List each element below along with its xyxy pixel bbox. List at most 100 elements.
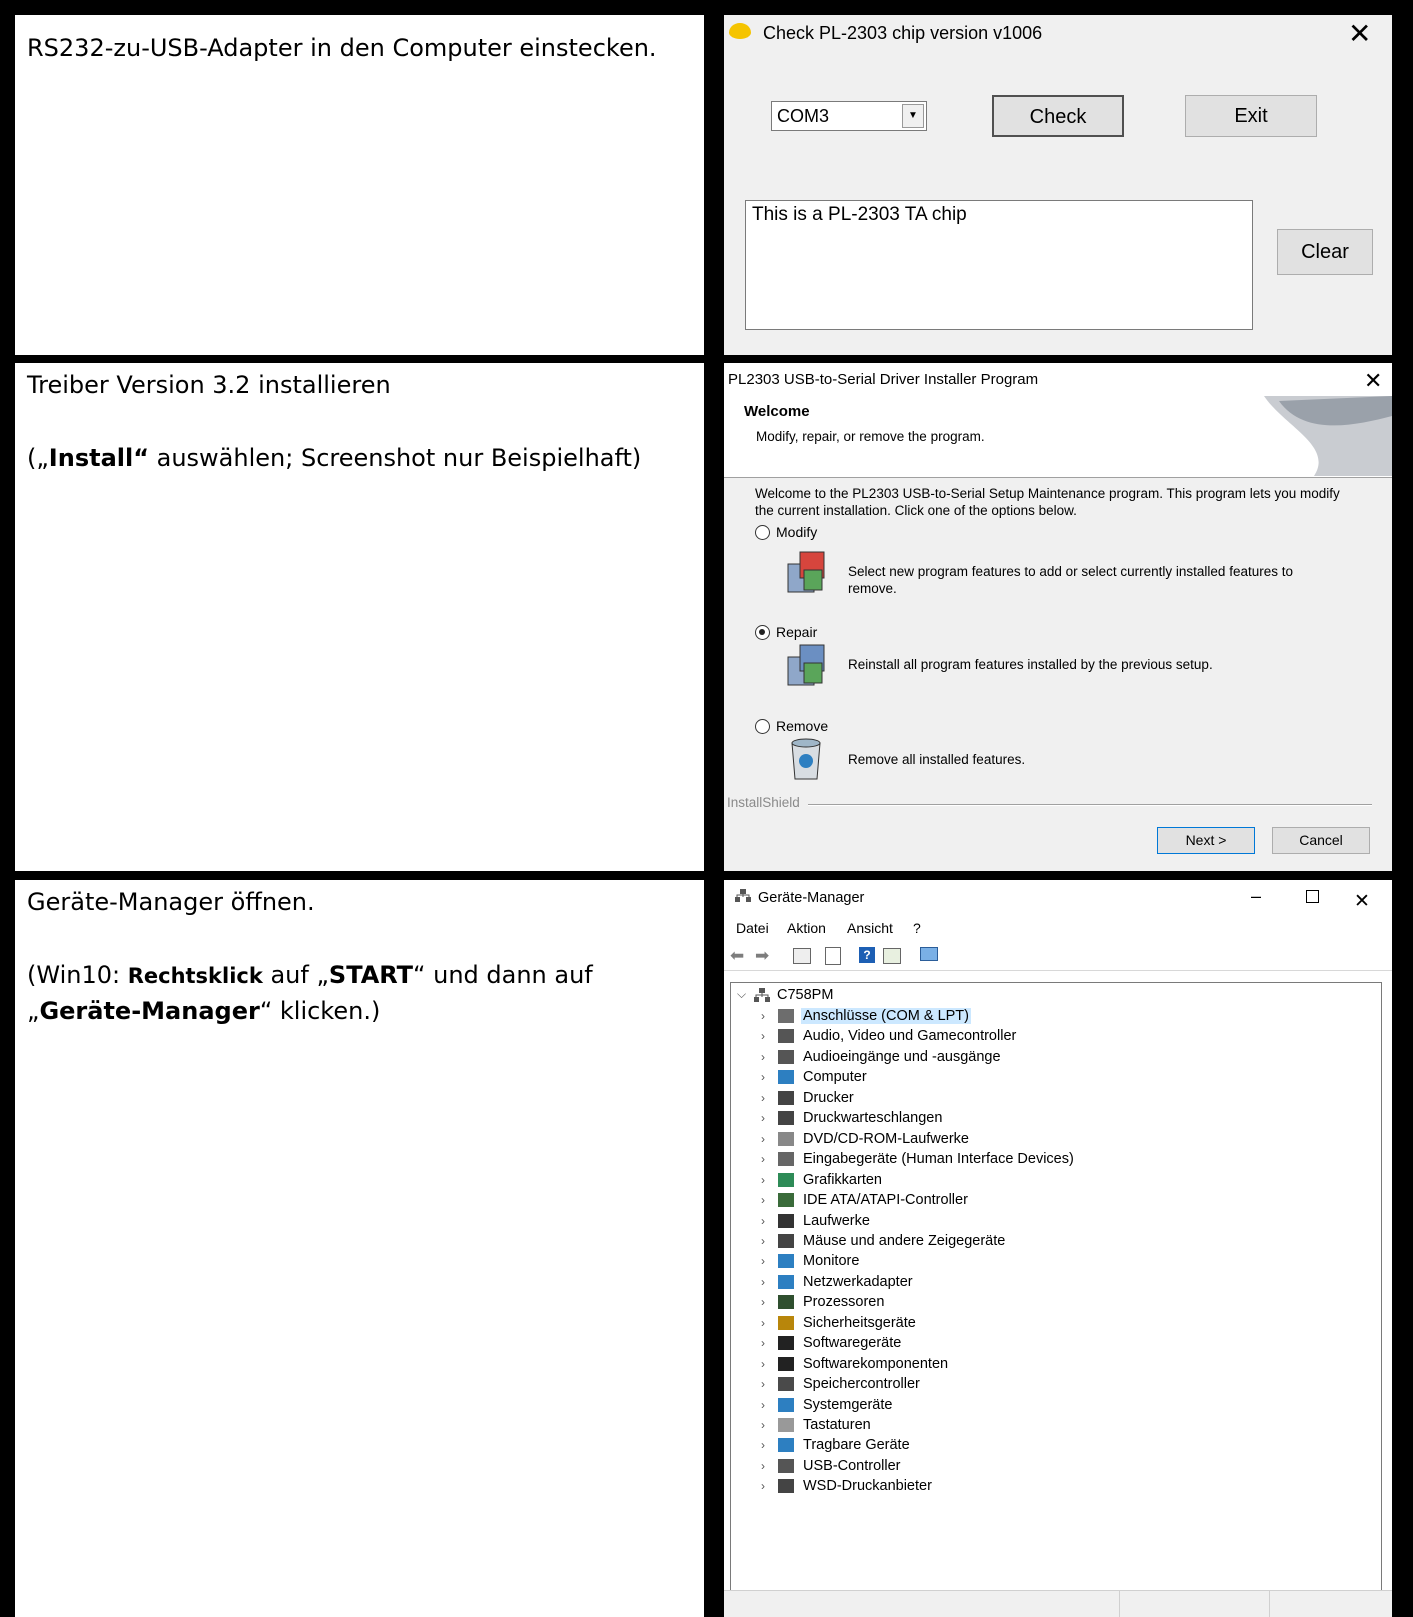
- modify-desc: Select new program features to add or se…: [848, 564, 1293, 596]
- device-tree: ⌵ C758PM › Anschlüsse (COM & LPT) › Audio, …: [730, 982, 1382, 1617]
- output-textbox[interactable]: This is a PL-2303 TA chip: [745, 200, 1253, 330]
- modify-radio[interactable]: [755, 525, 770, 540]
- chevron-right-icon[interactable]: ›: [761, 1152, 765, 1166]
- menu-help[interactable]: ?: [913, 920, 921, 936]
- chevron-right-icon[interactable]: ›: [761, 1254, 765, 1268]
- back-arrow-icon[interactable]: ⬅: [730, 946, 744, 966]
- menu-datei[interactable]: Datei: [736, 920, 769, 936]
- repair-icon: [787, 644, 825, 686]
- modify-label[interactable]: Modify: [776, 524, 817, 540]
- window-title: Check PL-2303 chip version v1006: [763, 23, 1043, 43]
- chevron-right-icon[interactable]: ›: [761, 1275, 765, 1289]
- chevron-right-icon[interactable]: ›: [761, 1009, 765, 1023]
- chevron-right-icon[interactable]: ›: [761, 1173, 765, 1187]
- device-category-icon: [778, 1458, 794, 1473]
- row1-text-cell: RS232-zu-USB-Adapter in den Computer ein…: [15, 15, 704, 355]
- tree-item-label: Mäuse und andere Zeigegeräte: [803, 1232, 1006, 1249]
- note-prefix: („: [27, 444, 49, 472]
- cancel-button[interactable]: Cancel: [1272, 827, 1370, 854]
- device-category-icon: [778, 1438, 794, 1453]
- chevron-right-icon[interactable]: ›: [761, 1132, 765, 1146]
- chevron-right-icon[interactable]: ›: [761, 1438, 765, 1452]
- menu-ansicht[interactable]: Ansicht: [847, 920, 893, 936]
- chevron-right-icon[interactable]: ›: [761, 1418, 765, 1432]
- device-category-icon: [778, 1009, 794, 1023]
- chevron-right-icon[interactable]: ›: [761, 1295, 765, 1309]
- chevron-right-icon[interactable]: ›: [761, 1377, 765, 1391]
- device-category-icon: [778, 1029, 794, 1044]
- row1-instruction: RS232-zu-USB-Adapter in den Computer ein…: [27, 34, 657, 62]
- installer-window: PL2303 USB-to-Serial Driver Installer Pr…: [724, 363, 1392, 871]
- chevron-right-icon[interactable]: ›: [761, 1214, 765, 1228]
- welcome-subheading: Modify, repair, or remove the program.: [756, 429, 985, 444]
- device-category-icon: [778, 1356, 794, 1371]
- modify-icon: [787, 551, 825, 593]
- chevron-down-icon[interactable]: ⌵: [737, 987, 746, 1002]
- menu-aktion[interactable]: Aktion: [787, 920, 826, 936]
- properties-icon[interactable]: [793, 948, 811, 964]
- tree-item-label: USB-Controller: [803, 1457, 901, 1474]
- next-button[interactable]: Next >: [1157, 827, 1255, 854]
- com-port-value: COM3: [777, 106, 830, 126]
- tree-item-label: Grafikkarten: [803, 1171, 882, 1188]
- tree-item-label: Sicherheitsgeräte: [803, 1314, 916, 1331]
- chevron-right-icon[interactable]: ›: [761, 1336, 765, 1350]
- device-category-icon: [778, 1111, 794, 1126]
- device-category-icon: [778, 1233, 794, 1248]
- device-category-icon: [778, 1377, 794, 1392]
- tree-item-label: WSD-Druckanbieter: [803, 1478, 932, 1495]
- document-icon[interactable]: [825, 947, 841, 965]
- help-icon[interactable]: ?: [859, 947, 875, 963]
- chevron-right-icon[interactable]: ›: [761, 1070, 765, 1084]
- chevron-right-icon[interactable]: ›: [761, 1193, 765, 1207]
- device-category-icon: [778, 1193, 794, 1208]
- repair-label[interactable]: Repair: [776, 624, 817, 640]
- chevron-right-icon[interactable]: ›: [761, 1398, 765, 1412]
- note-open: (Win10:: [27, 961, 128, 989]
- chevron-right-icon[interactable]: ›: [761, 1479, 765, 1493]
- tree-item-label: Audioeingänge und -ausgänge: [803, 1048, 1001, 1065]
- clear-button[interactable]: Clear: [1277, 229, 1373, 275]
- chevron-down-icon[interactable]: ▼: [902, 104, 924, 128]
- tree-item-label: IDE ATA/ATAPI-Controller: [803, 1192, 968, 1209]
- status-divider: [1269, 1591, 1270, 1617]
- chevron-right-icon[interactable]: ›: [761, 1316, 765, 1330]
- chevron-right-icon[interactable]: ›: [761, 1091, 765, 1105]
- remove-radio[interactable]: [755, 719, 770, 734]
- check-button[interactable]: Check: [992, 95, 1124, 137]
- welcome-heading: Welcome: [744, 403, 810, 420]
- row3-text-cell: Geräte-Manager öffnen. (Win10: Rechtskli…: [15, 880, 704, 1617]
- intro-text: Welcome to the PL2303 USB-to-Serial Setu…: [755, 486, 1340, 518]
- note-t1: auf „: [262, 961, 329, 989]
- close-icon[interactable]: ✕: [1364, 368, 1382, 396]
- chevron-right-icon[interactable]: ›: [761, 1459, 765, 1473]
- remove-label[interactable]: Remove: [776, 718, 828, 734]
- window-title: PL2303 USB-to-Serial Driver Installer Pr…: [728, 371, 1039, 388]
- chevron-right-icon[interactable]: ›: [761, 1234, 765, 1248]
- device-manager-window: Geräte-Manager – ✕ Datei Aktion Ansicht …: [724, 880, 1392, 1617]
- close-icon[interactable]: ✕: [1348, 20, 1371, 48]
- toolbar: ⬅ ➡ ?: [724, 942, 1392, 971]
- device-manager-icon: [735, 889, 751, 902]
- chevron-right-icon[interactable]: ›: [761, 1050, 765, 1064]
- status-divider: [1119, 1591, 1120, 1617]
- tree-item-label: Tastaturen: [803, 1417, 871, 1433]
- forward-arrow-icon[interactable]: ➡: [755, 946, 769, 966]
- maximize-icon[interactable]: [1306, 890, 1319, 903]
- chevron-right-icon[interactable]: ›: [761, 1357, 765, 1371]
- device-category-icon: [778, 1397, 794, 1412]
- com-port-select[interactable]: COM3 ▼: [771, 101, 927, 131]
- exit-button[interactable]: Exit: [1185, 95, 1317, 137]
- minimize-icon[interactable]: –: [1251, 886, 1261, 907]
- root-label: C758PM: [777, 987, 834, 1003]
- chevron-right-icon[interactable]: ›: [761, 1029, 765, 1043]
- tree-item-label: Speichercontroller: [803, 1376, 920, 1393]
- chevron-right-icon[interactable]: ›: [761, 1111, 765, 1125]
- close-icon[interactable]: ✕: [1354, 887, 1370, 915]
- view-icon[interactable]: [883, 948, 901, 964]
- monitor-icon[interactable]: [920, 947, 938, 961]
- note-start: START: [328, 961, 414, 989]
- tree-item-label: Netzwerkadapter: [803, 1273, 913, 1290]
- repair-radio[interactable]: [755, 625, 770, 640]
- tree-item-label: Druckwarteschlangen: [803, 1110, 943, 1127]
